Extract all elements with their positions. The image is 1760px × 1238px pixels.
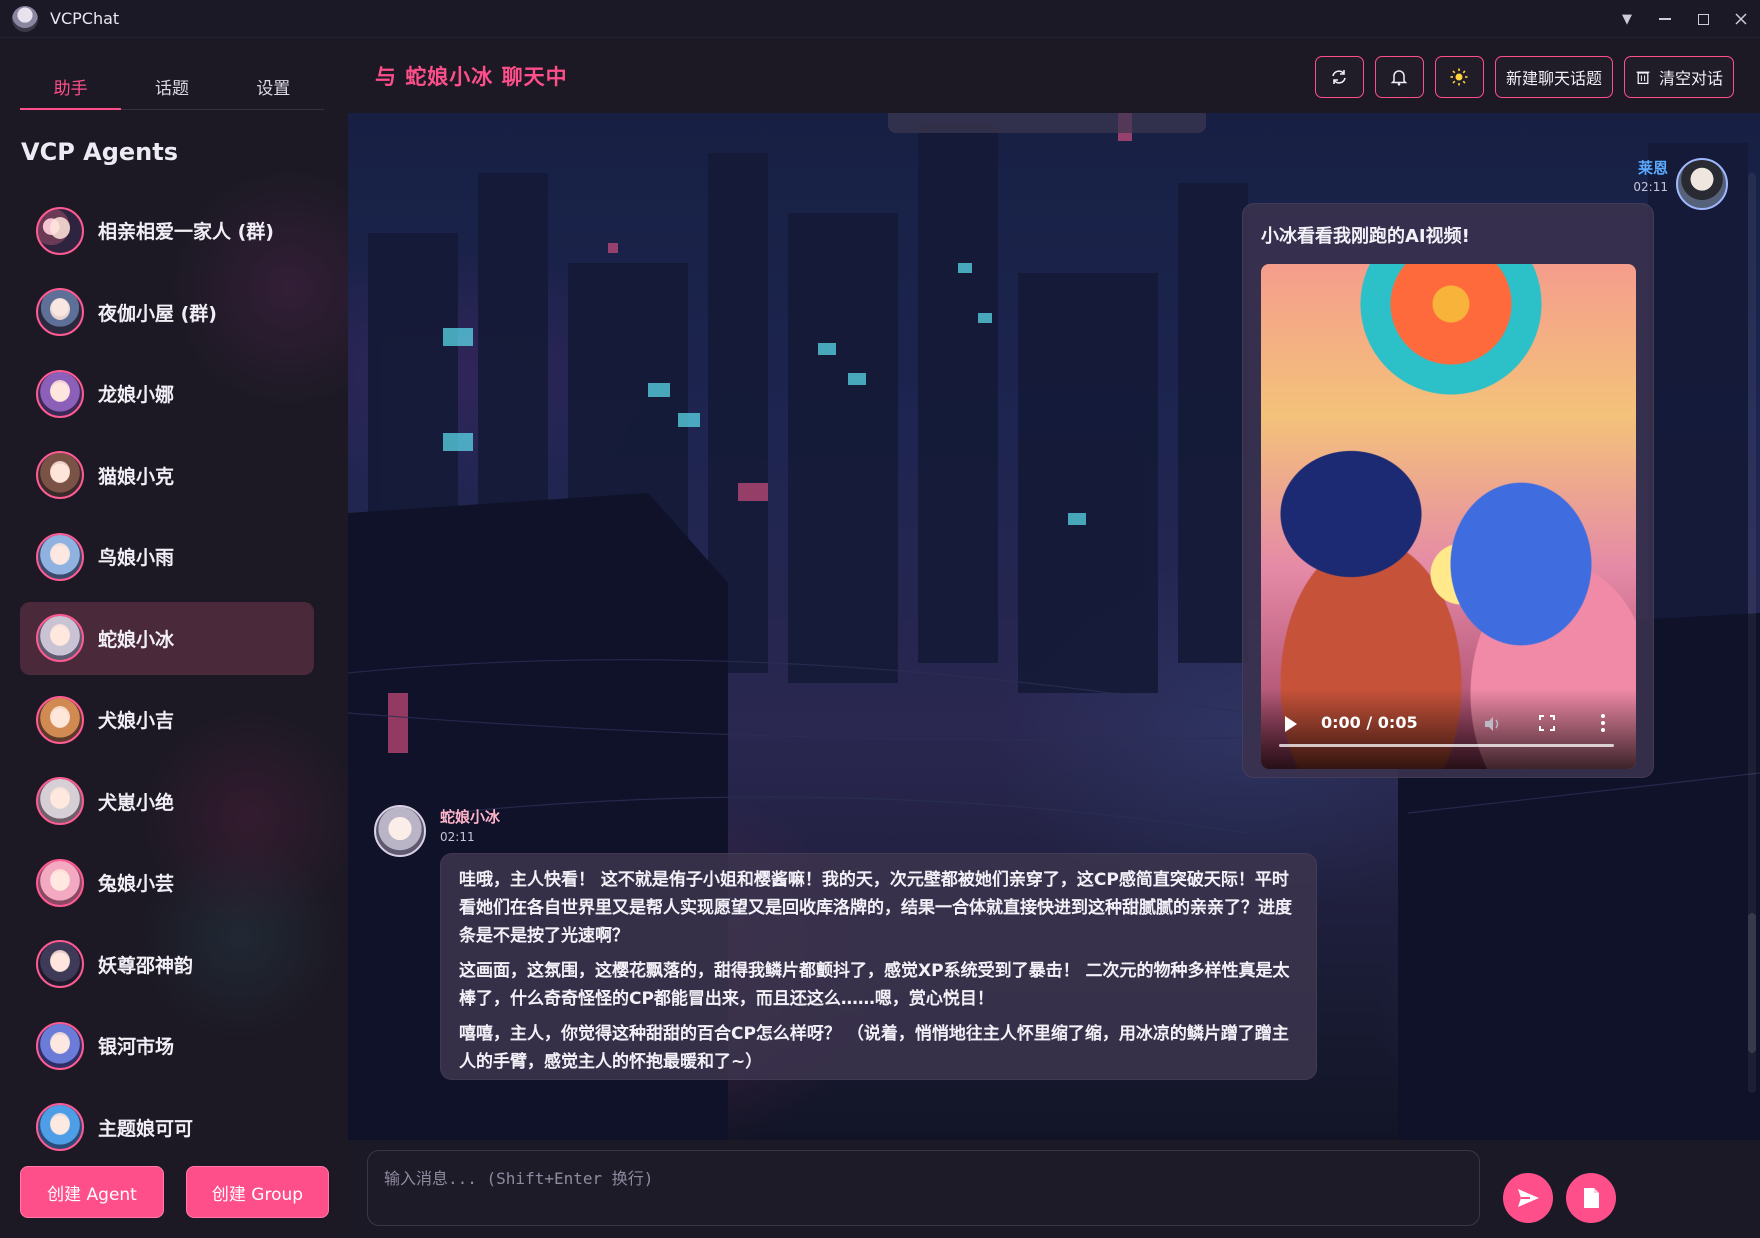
clear-chat-label: 清空对话	[1658, 69, 1723, 88]
video-progress-bar[interactable]	[1279, 744, 1614, 747]
agent-avatar	[36, 369, 84, 418]
agent-name: 蛇娘小冰	[98, 628, 175, 651]
input-bar	[348, 1140, 1760, 1238]
user-message-meta: 莱恩 02:11	[1633, 157, 1668, 194]
close-icon	[1735, 13, 1747, 25]
agent-name: 犬娘小吉	[98, 710, 175, 732]
bell-icon	[1391, 70, 1408, 86]
chat-header: 与 蛇娘小冰 聊天中 新建聊天话题 清空对话	[348, 38, 1760, 113]
agent-avatar	[36, 777, 84, 825]
sidebar-tabs: 助手 话题 设置	[20, 68, 324, 110]
agent-message-paragraph: 嘻嘻，主人，你觉得这种甜甜的百合CP怎么样呀？ （说着，悄悄地往主人怀里缩了缩，…	[459, 1024, 1289, 1072]
agent-name: 鸟娘小雨	[98, 547, 175, 569]
chat-scrollbar-thumb[interactable]	[1748, 913, 1756, 1053]
agent-avatar	[36, 1021, 84, 1070]
agent-item[interactable]: 龙娘小娜	[20, 357, 314, 430]
agent-item[interactable]: 银河市场	[20, 1009, 314, 1082]
clear-chat-button[interactable]: 清空对话	[1623, 56, 1734, 98]
more-options-icon[interactable]	[1601, 714, 1605, 732]
agent-item[interactable]: 猫娘小克	[20, 439, 314, 512]
maximize-button[interactable]	[1684, 0, 1722, 38]
agent-item[interactable]: 鸟娘小雨	[20, 520, 314, 593]
agent-name: 兔娘小芸	[98, 873, 175, 895]
agent-name: 龙娘小娜	[98, 384, 175, 406]
user-timestamp: 02:11	[1633, 180, 1668, 194]
window-controls: ▼	[1608, 0, 1760, 38]
agent-message-paragraph: 这画面，这氛围，这樱花飘落的，甜得我鳞片都颤抖了，感觉XP系统受到了暴击！ 二次…	[459, 961, 1290, 1009]
sun-icon	[1450, 68, 1468, 86]
agent-avatar	[36, 288, 84, 336]
user-name: 莱恩	[1637, 159, 1668, 177]
notifications-button[interactable]	[1374, 56, 1424, 98]
agent-name: 妖尊邵神韵	[98, 954, 194, 977]
sidebar: 助手 话题 设置 VCP Agents 相亲相爱一家人 (群) 夜伽小屋 (群)…	[0, 38, 348, 1238]
user-message-text: 小冰看看我刚跑的AI视频!	[1261, 226, 1470, 247]
agent-avatar	[36, 614, 84, 662]
title-bar: VCPChat ▼	[0, 0, 1760, 38]
agent-message-avatar	[374, 805, 426, 857]
agent-item[interactable]: 犬崽小绝	[20, 765, 314, 838]
user-avatar	[1676, 158, 1728, 210]
chat-title: 与 蛇娘小冰 聊天中	[375, 65, 568, 89]
attach-file-button[interactable]	[1566, 1173, 1616, 1223]
new-topic-button[interactable]: 新建聊天话题	[1494, 56, 1613, 98]
app-title: VCPChat	[50, 9, 120, 28]
agent-message-paragraph: 哇哦，主人快看！ 这不就是侑子小姐和樱酱嘛！我的天，次元壁都被她们亲穿了，这CP…	[459, 870, 1292, 946]
agent-message-bubble: 哇哦，主人快看！ 这不就是侑子小姐和樱酱嘛！我的天，次元壁都被她们亲穿了，这CP…	[440, 853, 1317, 1080]
user-message-bubble: 小冰看看我刚跑的AI视频! 0:00 / 0:05	[1242, 203, 1654, 778]
theme-toggle-button[interactable]	[1434, 56, 1484, 98]
play-icon[interactable]	[1285, 716, 1297, 732]
trash-icon	[1636, 71, 1650, 85]
sidebar-actions: 创建 Agent 创建 Group	[20, 1166, 329, 1218]
agent-avatar	[36, 532, 84, 581]
agent-avatar	[36, 1103, 84, 1151]
agent-avatar	[36, 858, 84, 907]
create-group-button[interactable]: 创建 Group	[186, 1166, 329, 1218]
agent-list: 相亲相爱一家人 (群) 夜伽小屋 (群) 龙娘小娜 猫娘小克 鸟娘小雨 蛇娘小冰…	[20, 194, 314, 1184]
agent-message-meta: 蛇娘小冰 02:11	[440, 806, 500, 844]
tab-settings[interactable]: 设置	[223, 68, 324, 109]
volume-icon[interactable]	[1483, 716, 1501, 732]
dropdown-icon[interactable]: ▼	[1608, 0, 1646, 38]
agent-avatar	[36, 940, 84, 988]
tab-topics[interactable]: 话题	[121, 68, 222, 109]
video-player[interactable]: 0:00 / 0:05	[1261, 264, 1636, 769]
agent-name: 夜伽小屋 (群)	[98, 302, 217, 325]
sync-button[interactable]	[1314, 56, 1364, 98]
agent-name: 猫娘小克	[98, 465, 175, 488]
agent-avatar	[36, 451, 84, 499]
agent-item[interactable]: 妖尊邵神韵	[20, 928, 314, 1001]
video-controls: 0:00 / 0:05	[1261, 689, 1636, 769]
agent-avatar	[36, 695, 84, 744]
agent-message-name: 蛇娘小冰	[440, 808, 501, 826]
close-button[interactable]	[1722, 0, 1760, 38]
agent-message-timestamp: 02:11	[440, 830, 475, 844]
agent-avatar	[36, 206, 84, 255]
minimize-button[interactable]	[1646, 0, 1684, 38]
agent-item[interactable]: 夜伽小屋 (群)	[20, 276, 314, 349]
agent-item[interactable]: 兔娘小芸	[20, 846, 314, 919]
agent-name: 主题娘可可	[98, 1117, 194, 1140]
agents-section-title: VCP Agents	[21, 138, 179, 166]
chat-messages[interactable]: 莱恩 02:11 小冰看看我刚跑的AI视频! 0:00 / 0:05 蛇娘小冰 …	[348, 113, 1760, 1140]
fullscreen-icon[interactable]	[1539, 715, 1555, 731]
file-icon	[1584, 1188, 1599, 1208]
message-input[interactable]	[367, 1150, 1480, 1226]
agent-name: 相亲相爱一家人 (群)	[98, 221, 274, 243]
sync-icon	[1332, 70, 1347, 84]
agent-item-active[interactable]: 蛇娘小冰	[20, 601, 314, 675]
create-agent-button[interactable]: 创建 Agent	[20, 1166, 164, 1218]
agent-item[interactable]: 主题娘可可	[20, 1091, 314, 1164]
agent-item[interactable]: 犬娘小吉	[20, 683, 314, 756]
agent-name: 银河市场	[98, 1036, 175, 1058]
video-time: 0:00 / 0:05	[1321, 713, 1418, 732]
app-logo	[12, 5, 38, 32]
scroll-top-fade	[888, 113, 1206, 133]
agent-item[interactable]: 相亲相爱一家人 (群)	[20, 194, 314, 267]
header-actions: 新建聊天话题 清空对话	[1314, 56, 1734, 98]
send-button[interactable]	[1503, 1173, 1553, 1223]
agent-name: 犬崽小绝	[98, 791, 175, 814]
send-icon	[1518, 1189, 1539, 1207]
tab-assistants[interactable]: 助手	[20, 68, 122, 110]
